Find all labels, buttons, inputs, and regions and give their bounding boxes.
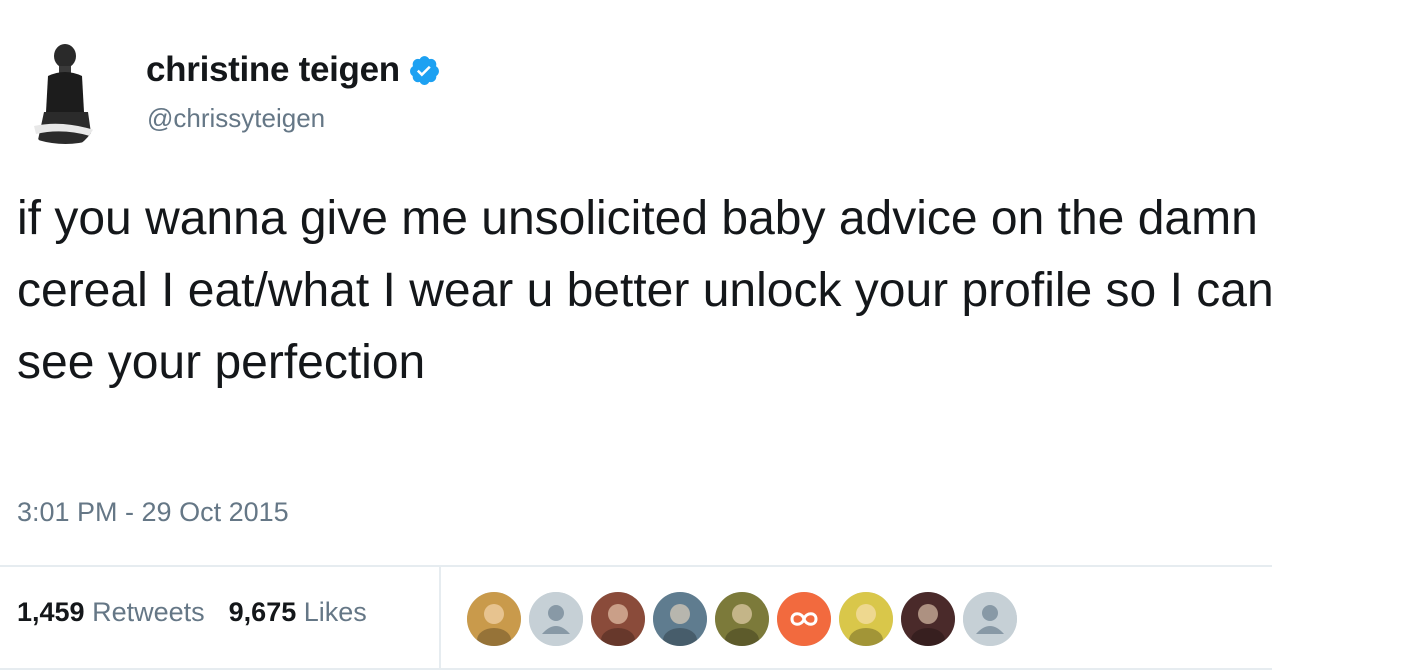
retweets-stat[interactable]: 1,459 Retweets — [17, 597, 205, 628]
liker-avatar[interactable] — [715, 592, 769, 646]
liker-avatar[interactable] — [777, 592, 831, 646]
liker-avatar[interactable] — [963, 592, 1017, 646]
user-photo — [839, 592, 893, 646]
user-photo — [467, 592, 521, 646]
stats-bottom-divider — [0, 668, 1272, 670]
liker-avatar[interactable] — [839, 592, 893, 646]
engagement-stats: 1,459 Retweets 9,675 Likes — [17, 597, 367, 628]
tweet-timestamp[interactable]: 3:01 PM - 29 Oct 2015 — [17, 497, 289, 528]
default-avatar-icon — [529, 592, 583, 646]
profile-avatar[interactable] — [22, 40, 102, 150]
profile-photo — [22, 40, 102, 150]
liker-avatar[interactable] — [529, 592, 583, 646]
stats-top-divider — [0, 565, 1272, 567]
author-name-row[interactable]: christine teigen — [146, 50, 441, 90]
liker-avatar[interactable] — [467, 592, 521, 646]
likes-count: 9,675 — [228, 597, 297, 627]
infinity-logo-icon — [777, 592, 831, 646]
liker-avatars — [467, 592, 1017, 646]
tweet-text: if you wanna give me unsolicited baby ad… — [17, 192, 1274, 389]
likes-stat[interactable]: 9,675 Likes — [229, 597, 367, 628]
default-avatar-icon — [963, 592, 1017, 646]
user-photo — [715, 592, 769, 646]
user-photo — [901, 592, 955, 646]
stats-vertical-divider — [439, 567, 441, 670]
liker-avatar[interactable] — [591, 592, 645, 646]
likes-label: Likes — [303, 597, 367, 627]
user-photo — [653, 592, 707, 646]
retweets-label: Retweets — [92, 597, 205, 627]
author-handle[interactable]: @chrissyteigen — [147, 103, 325, 134]
retweets-count: 1,459 — [17, 597, 85, 627]
verified-badge-icon — [408, 54, 441, 87]
liker-avatar[interactable] — [653, 592, 707, 646]
user-photo — [591, 592, 645, 646]
display-name[interactable]: christine teigen — [146, 50, 400, 90]
liker-avatar[interactable] — [901, 592, 955, 646]
